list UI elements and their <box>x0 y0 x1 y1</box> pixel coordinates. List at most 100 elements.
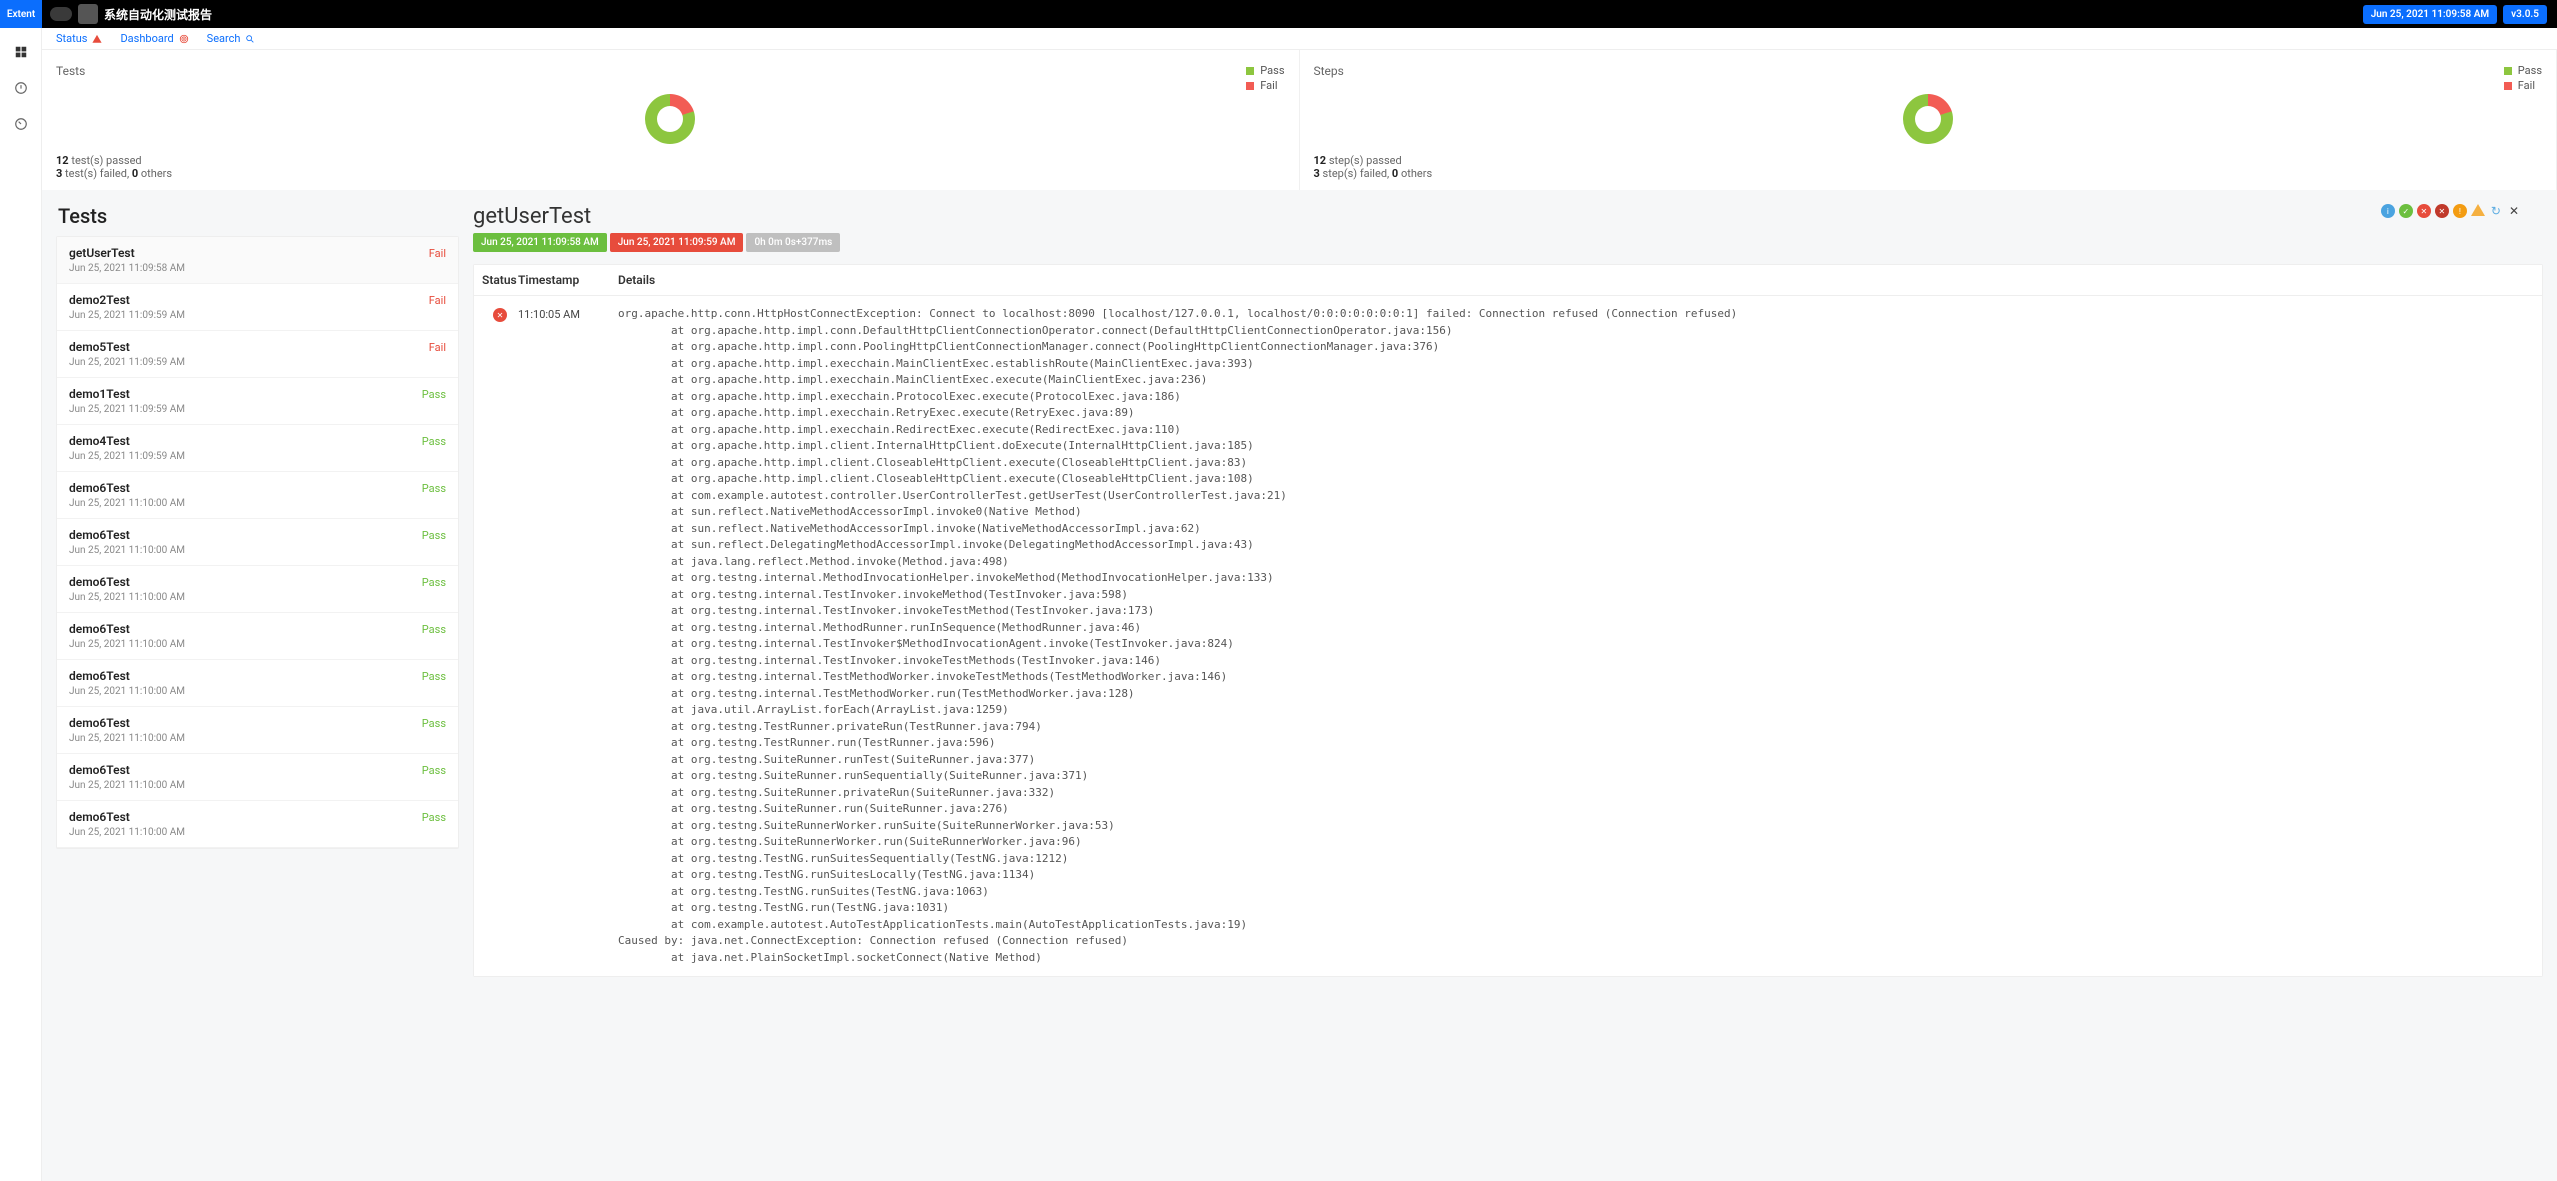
fail-dot-icon <box>2504 82 2512 90</box>
tests-nav-icon[interactable] <box>0 34 42 70</box>
tab-status[interactable]: Status <box>56 32 102 45</box>
test-name: demo6Test <box>69 481 130 495</box>
tests-passed-count: 12 <box>56 154 69 167</box>
app-avatar <box>78 4 98 24</box>
brand-logo[interactable]: Extent <box>0 0 42 28</box>
test-status: Pass <box>422 717 446 730</box>
sidebar <box>0 28 42 1181</box>
col-details: Details <box>618 273 2542 287</box>
topbar: Extent 系统自动化测试报告 Jun 25, 2021 11:09:58 A… <box>0 0 2557 28</box>
log-row: ✕ 11:10:05 AM org.apache.http.conn.HttpH… <box>474 296 2542 976</box>
test-item[interactable]: demo4Test Pass Jun 25, 2021 11:09:59 AM <box>57 425 458 472</box>
filter-icon-row: i ✓ ✕ ✕ ! ↻ ✕ <box>2381 204 2521 218</box>
test-name: demo2Test <box>69 293 130 307</box>
steps-passed-count: 12 <box>1314 154 1327 167</box>
steps-summary-foot: 12 step(s) passed 3 step(s) failed, 0 ot… <box>1314 154 2543 180</box>
test-item[interactable]: demo6Test Pass Jun 25, 2021 11:10:00 AM <box>57 707 458 754</box>
error-filter-icon[interactable]: ! <box>2453 204 2467 218</box>
test-item[interactable]: demo5TestFailJun 25, 2021 11:09:59 AM <box>57 331 458 378</box>
col-timestamp: Timestamp <box>518 273 618 287</box>
exception-nav-icon[interactable] <box>0 70 42 106</box>
start-time-pill: Jun 25, 2021 11:09:58 AM <box>473 233 607 252</box>
test-name: demo6Test <box>69 763 130 777</box>
tests-summary-foot: 12 test(s) passed 3 test(s) failed, 0 ot… <box>56 154 1285 180</box>
test-item[interactable]: demo2TestFailJun 25, 2021 11:09:59 AM <box>57 284 458 331</box>
warning-icon <box>92 34 102 44</box>
tests-donut-chart <box>645 94 695 144</box>
steps-summary-card: Steps Pass Fail 12 step(s) passed 3 step… <box>1300 50 2557 190</box>
test-name: demo6Test <box>69 622 130 636</box>
test-item[interactable]: demo1Test Pass Jun 25, 2021 11:09:59 AM <box>57 378 458 425</box>
test-name: demo1Test <box>69 387 130 401</box>
tests-legend: Pass Fail <box>1246 64 1284 94</box>
tests-summary-title: Tests <box>56 64 85 94</box>
steps-summary-title: Steps <box>1314 64 1344 94</box>
test-name: demo6Test <box>69 716 130 730</box>
test-item[interactable]: demo6TestPassJun 25, 2021 11:10:00 AM <box>57 566 458 613</box>
tab-dashboard-label: Dashboard <box>120 32 173 45</box>
pass-dot-icon <box>1246 67 1254 75</box>
theme-toggle[interactable] <box>50 7 72 21</box>
test-time: Jun 25, 2021 11:10:00 AM <box>69 780 446 791</box>
test-time: Jun 25, 2021 11:09:59 AM <box>69 357 446 368</box>
info-filter-icon[interactable]: i <box>2381 204 2395 218</box>
test-item[interactable]: getUserTestFailJun 25, 2021 11:09:58 AM <box>57 237 458 284</box>
tests-panel-title: Tests <box>56 204 459 228</box>
log-details: org.apache.http.conn.HttpHostConnectExce… <box>618 306 2534 966</box>
test-item[interactable]: demo6TestPassJun 25, 2021 11:10:00 AM <box>57 613 458 660</box>
test-time: Jun 25, 2021 11:10:00 AM <box>69 498 446 509</box>
fail-status-icon: ✕ <box>493 308 507 322</box>
reload-icon[interactable]: ↻ <box>2489 204 2503 218</box>
dashboard-nav-icon[interactable] <box>0 106 42 142</box>
tab-dashboard[interactable]: Dashboard <box>120 32 188 45</box>
tab-search[interactable]: Search <box>207 32 256 45</box>
tab-status-label: Status <box>56 32 87 45</box>
test-time: Jun 25, 2021 11:10:00 AM <box>69 545 446 556</box>
test-item[interactable]: demo6Test Pass Jun 25, 2021 11:10:00 AM <box>57 660 458 707</box>
test-name: demo5Test <box>69 340 130 354</box>
test-status: Pass <box>422 670 446 683</box>
test-item[interactable]: demo6TestPassJun 25, 2021 11:10:00 AM <box>57 801 458 848</box>
legend-fail-label: Fail <box>1260 79 1277 92</box>
test-name: demo6Test <box>69 575 130 589</box>
log-timestamp: 11:10:05 AM <box>518 306 618 966</box>
fatal-filter-icon[interactable]: ✕ <box>2435 204 2449 218</box>
test-status: Fail <box>429 294 446 307</box>
legend-fail-label: Fail <box>2518 79 2535 92</box>
tests-others-label: others <box>138 167 172 180</box>
test-name: demo4Test <box>69 434 130 448</box>
test-time: Jun 25, 2021 11:10:00 AM <box>69 733 446 744</box>
steps-donut-chart <box>1903 94 1953 144</box>
test-time: Jun 25, 2021 11:09:59 AM <box>69 451 446 462</box>
test-item[interactable]: demo6Test Pass Jun 25, 2021 11:10:00 AM <box>57 472 458 519</box>
test-name: getUserTest <box>69 246 135 260</box>
track-changes-icon <box>179 34 189 44</box>
test-status: Pass <box>422 482 446 495</box>
test-status: Pass <box>422 811 446 824</box>
test-time: Jun 25, 2021 11:10:00 AM <box>69 686 446 697</box>
test-list: getUserTestFailJun 25, 2021 11:09:58 AMd… <box>56 236 459 849</box>
test-time: Jun 25, 2021 11:09:59 AM <box>69 404 446 415</box>
log-table-header: Status Timestamp Details <box>474 265 2542 296</box>
duration-pill: 0h 0m 0s+377ms <box>746 233 840 252</box>
end-time-pill: Jun 25, 2021 11:09:59 AM <box>610 233 744 252</box>
page-title: 系统自动化测试报告 <box>104 6 212 23</box>
test-item[interactable]: demo6TestPassJun 25, 2021 11:10:00 AM <box>57 519 458 566</box>
tab-bar: Status Dashboard Search <box>42 28 2557 50</box>
test-name: demo6Test <box>69 669 130 683</box>
col-status: Status <box>482 273 518 287</box>
fail-filter-icon[interactable]: ✕ <box>2417 204 2431 218</box>
test-item[interactable]: demo6TestPassJun 25, 2021 11:10:00 AM <box>57 754 458 801</box>
legend-pass-label: Pass <box>2518 64 2542 77</box>
test-time: Jun 25, 2021 11:10:00 AM <box>69 592 446 603</box>
close-icon[interactable]: ✕ <box>2507 204 2521 218</box>
test-status: Fail <box>429 247 446 260</box>
test-status: Pass <box>422 388 446 401</box>
steps-others-label: others <box>1398 167 1432 180</box>
pass-filter-icon[interactable]: ✓ <box>2399 204 2413 218</box>
test-time: Jun 25, 2021 11:10:00 AM <box>69 639 446 650</box>
warning-filter-icon[interactable] <box>2471 204 2485 216</box>
detail-title: getUserTest <box>473 204 840 229</box>
test-status: Pass <box>422 435 446 448</box>
steps-failed-label: step(s) failed, <box>1320 167 1392 180</box>
